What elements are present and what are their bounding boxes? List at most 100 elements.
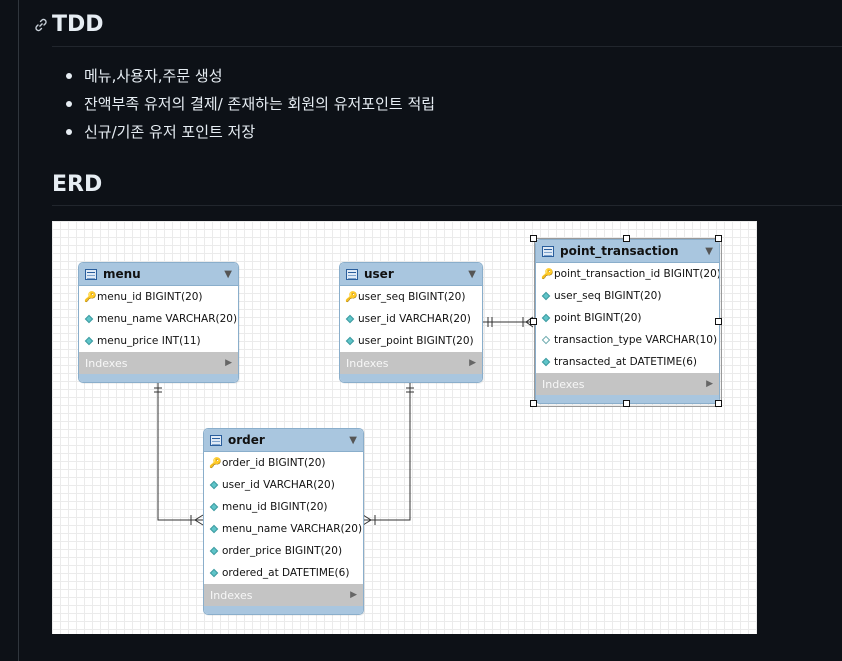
column-row: ordered_at DATETIME(6) — [204, 562, 363, 584]
column-row: order_price BIGINT(20) — [204, 540, 363, 562]
indexes-row[interactable]: Indexes ▶ — [79, 352, 238, 374]
column-text: point BIGINT(20) — [554, 312, 642, 324]
table-user[interactable]: user ▼ 🔑 user_seq BIGINT(20) user_id VARC… — [339, 262, 483, 383]
tdd-list: 메뉴,사용자,주문 생성 잔액부족 유저의 결제/ 존재하는 회원의 유저포인트… — [62, 62, 435, 146]
resize-handle[interactable] — [715, 318, 722, 325]
list-item: 메뉴,사용자,주문 생성 — [62, 62, 435, 90]
left-border — [18, 0, 19, 661]
column-diamond-icon — [209, 502, 219, 512]
column-diamond-icon — [209, 546, 219, 556]
column-row: 🔑 point_transaction_id BIGINT(20) — [536, 263, 719, 285]
table-name: order — [228, 433, 265, 447]
column-row: user_point BIGINT(20) — [340, 330, 482, 352]
heading-erd: ERD — [52, 172, 103, 197]
expand-arrow-icon[interactable]: ▶ — [469, 358, 476, 368]
indexes-label: Indexes — [210, 588, 253, 602]
column-diamond-icon — [84, 314, 94, 324]
collapse-arrow-icon[interactable]: ▼ — [224, 269, 232, 280]
heading-divider — [52, 46, 842, 47]
indexes-row[interactable]: Indexes ▶ — [204, 584, 363, 606]
key-icon: 🔑 — [209, 457, 222, 469]
key-icon: 🔑 — [541, 268, 554, 280]
table-icon — [346, 268, 358, 280]
indexes-row[interactable]: Indexes ▶ — [340, 352, 482, 374]
column-text: menu_name VARCHAR(20) — [97, 313, 238, 325]
column-row: user_id VARCHAR(20) — [340, 308, 482, 330]
column-row: 🔑 menu_id BIGINT(20) — [79, 286, 238, 308]
column-text: transaction_type VARCHAR(10) — [554, 334, 718, 346]
column-text: user_id VARCHAR(20) — [358, 313, 471, 325]
heading-divider — [52, 205, 842, 206]
table-header[interactable]: menu ▼ — [79, 263, 238, 286]
column-diamond-icon — [541, 313, 551, 323]
table-menu[interactable]: menu ▼ 🔑 menu_id BIGINT(20) menu_name VAR… — [78, 262, 239, 383]
column-text: order_id BIGINT(20) — [222, 457, 326, 469]
expand-arrow-icon[interactable]: ▶ — [225, 358, 232, 368]
table-footer — [79, 374, 238, 382]
column-text: user_id VARCHAR(20) — [222, 479, 335, 491]
column-text: menu_id BIGINT(20) — [97, 291, 203, 303]
column-diamond-icon — [209, 568, 219, 578]
column-row: 🔑 order_id BIGINT(20) — [204, 452, 363, 474]
column-diamond-icon — [541, 357, 551, 367]
collapse-arrow-icon[interactable]: ▼ — [468, 269, 476, 280]
list-item: 잔액부족 유저의 결제/ 존재하는 회원의 유저포인트 적립 — [62, 90, 435, 118]
resize-handle[interactable] — [623, 235, 630, 242]
column-diamond-icon — [209, 480, 219, 490]
column-text: menu_id BIGINT(20) — [222, 501, 328, 513]
column-text: user_seq BIGINT(20) — [554, 290, 662, 302]
table-name: user — [364, 267, 394, 281]
collapse-arrow-icon[interactable]: ▼ — [349, 435, 357, 446]
table-name: point_transaction — [560, 244, 679, 258]
list-item: 신규/기존 유저 포인트 저장 — [62, 118, 435, 146]
column-diamond-icon — [84, 336, 94, 346]
column-text: user_seq BIGINT(20) — [358, 291, 466, 303]
table-icon — [210, 434, 222, 446]
expand-arrow-icon[interactable]: ▶ — [350, 590, 357, 600]
relationship-menu-order — [157, 382, 203, 521]
table-icon — [542, 245, 554, 257]
column-diamond-icon — [541, 291, 551, 301]
table-footer — [204, 606, 363, 614]
erd-diagram: menu ▼ 🔑 menu_id BIGINT(20) menu_name VAR… — [52, 221, 757, 634]
column-row: menu_name VARCHAR(20) — [79, 308, 238, 330]
column-row: menu_id BIGINT(20) — [204, 496, 363, 518]
column-row: point BIGINT(20) — [536, 307, 719, 329]
resize-handle[interactable] — [530, 235, 537, 242]
column-row: menu_name VARCHAR(20) — [204, 518, 363, 540]
column-text: transacted_at DATETIME(6) — [554, 356, 697, 368]
column-row: menu_price INT(11) — [79, 330, 238, 352]
resize-handle[interactable] — [530, 318, 537, 325]
collapse-arrow-icon[interactable]: ▼ — [705, 246, 713, 257]
indexes-label: Indexes — [346, 356, 389, 370]
resize-handle[interactable] — [715, 235, 722, 242]
column-text: ordered_at DATETIME(6) — [222, 567, 350, 579]
column-row: user_id VARCHAR(20) — [204, 474, 363, 496]
table-header[interactable]: user ▼ — [340, 263, 482, 286]
expand-arrow-icon[interactable]: ▶ — [706, 379, 713, 389]
column-nullable-diamond-icon — [541, 335, 551, 345]
column-row: 🔑 user_seq BIGINT(20) — [340, 286, 482, 308]
table-point-transaction[interactable]: point_transaction ▼ 🔑 point_transaction_i… — [535, 239, 720, 404]
table-name: menu — [103, 267, 141, 281]
column-text: point_transaction_id BIGINT(20) — [554, 268, 720, 280]
key-icon: 🔑 — [84, 291, 97, 303]
table-order[interactable]: order ▼ 🔑 order_id BIGINT(20) user_id VAR… — [203, 428, 364, 615]
indexes-row[interactable]: Indexes ▶ — [536, 373, 719, 395]
column-row: transaction_type VARCHAR(10) — [536, 329, 719, 351]
column-row: transacted_at DATETIME(6) — [536, 351, 719, 373]
resize-handle[interactable] — [530, 400, 537, 407]
link-anchor-icon[interactable] — [32, 16, 50, 34]
table-header[interactable]: order ▼ — [204, 429, 363, 452]
resize-handle[interactable] — [623, 400, 630, 407]
column-row: user_seq BIGINT(20) — [536, 285, 719, 307]
column-text: menu_name VARCHAR(20) — [222, 523, 363, 535]
table-header[interactable]: point_transaction ▼ — [536, 240, 719, 263]
heading-tdd: TDD — [52, 12, 104, 37]
column-diamond-icon — [345, 336, 355, 346]
column-text: user_point BIGINT(20) — [358, 335, 474, 347]
table-icon — [85, 268, 97, 280]
resize-handle[interactable] — [715, 400, 722, 407]
indexes-label: Indexes — [85, 356, 128, 370]
indexes-label: Indexes — [542, 377, 585, 391]
